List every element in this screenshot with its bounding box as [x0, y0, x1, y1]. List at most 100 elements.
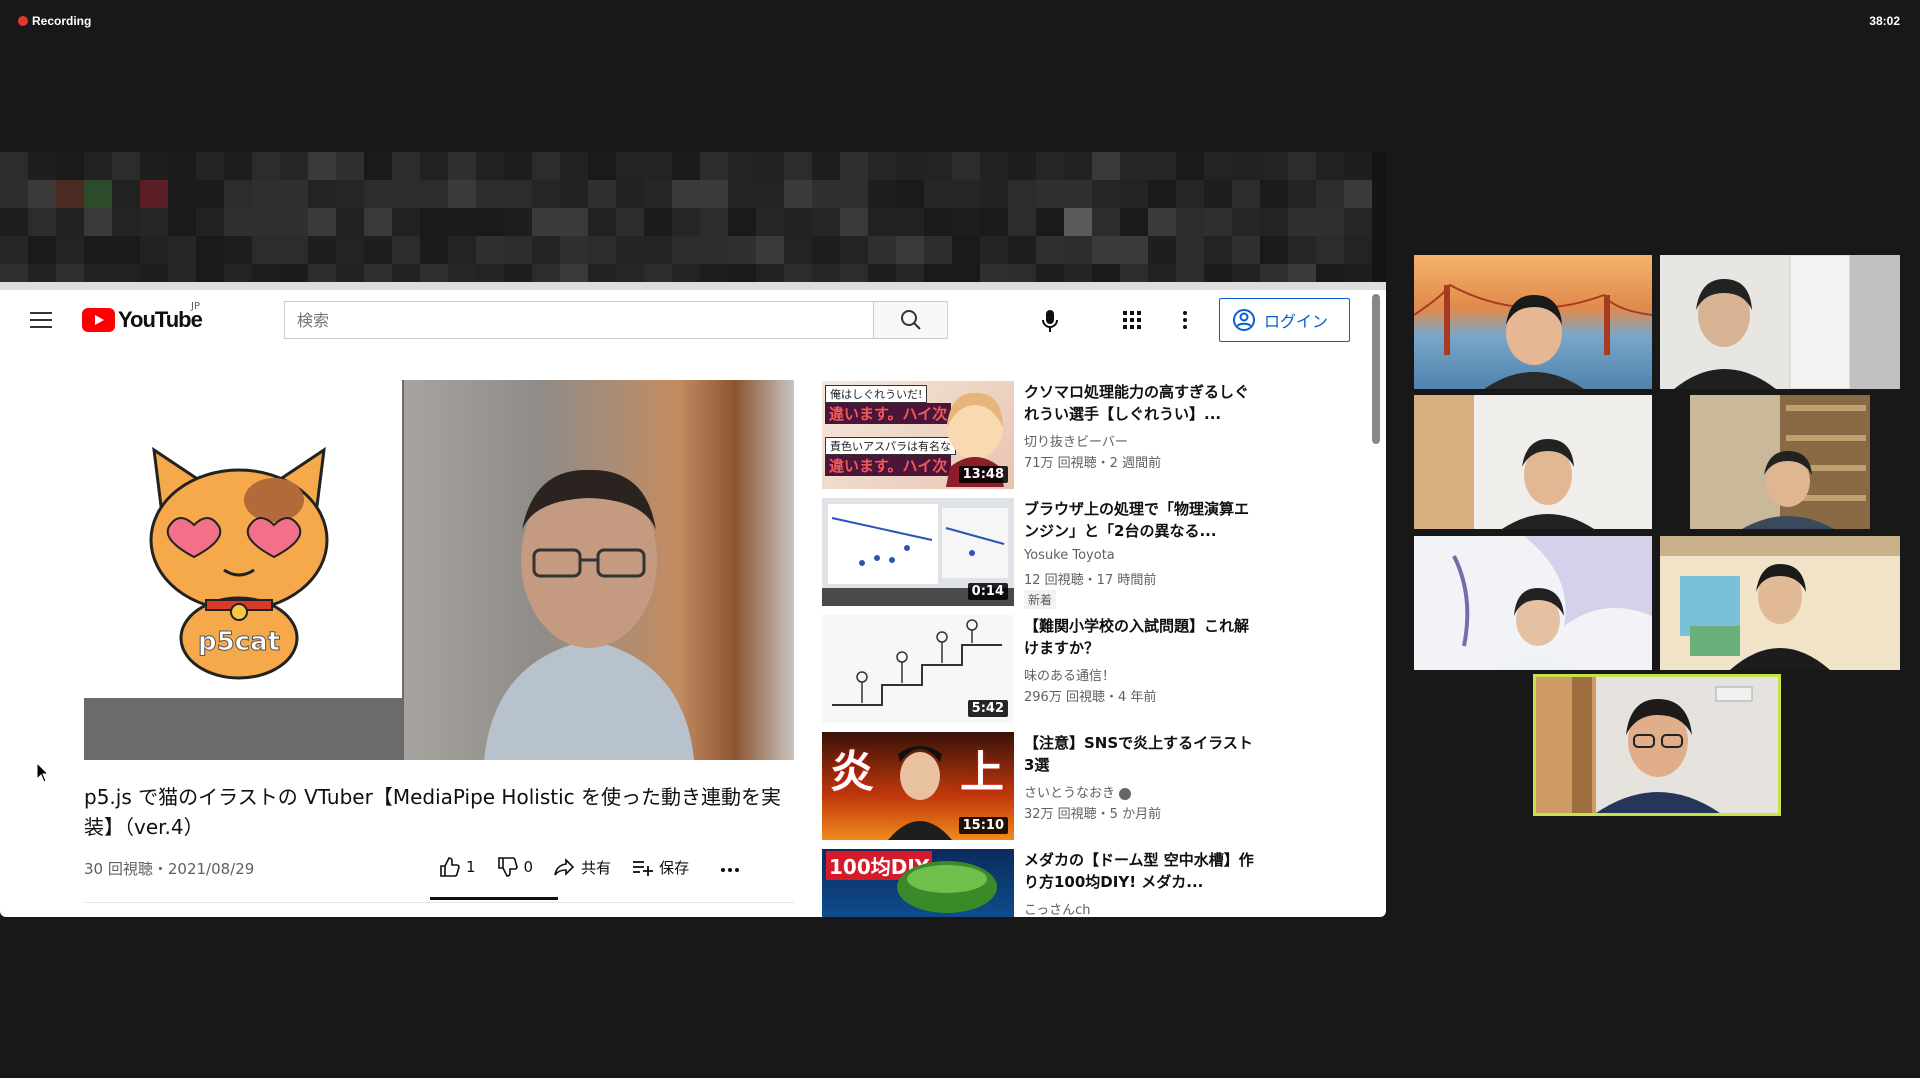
mosaic-cell	[252, 208, 280, 236]
mosaic-cell	[84, 180, 112, 208]
mosaic-cell	[1120, 236, 1148, 264]
recording-label: Recording	[32, 14, 92, 28]
mosaic-cell	[1036, 208, 1064, 236]
mosaic-cell	[336, 152, 364, 180]
verified-icon	[1119, 787, 1132, 800]
participant-tile[interactable]	[1660, 536, 1900, 670]
rec-title[interactable]: ブラウザ上の処理で「物理演算エンジン」と「2台の異なる...	[1024, 498, 1254, 542]
mosaic-cell	[56, 208, 84, 236]
apps-grid-icon[interactable]	[1122, 310, 1142, 330]
mosaic-cell	[140, 152, 168, 180]
thumb-caption: 俺はしぐれういだ!	[825, 385, 928, 403]
participant-tile[interactable]	[1660, 255, 1900, 389]
scrollbar[interactable]	[1372, 294, 1380, 444]
participant-tile[interactable]	[1414, 395, 1652, 529]
list-item[interactable]: 炎 上 15:10 【注意】SNSで炎上するイラスト 3選 さいとうなおき 32…	[822, 732, 1254, 849]
save-button[interactable]: 保存	[631, 856, 689, 878]
list-item[interactable]: 100均DIY メダカの【ドーム型 空中水槽】作り方100均DIY! メダカ..…	[822, 849, 1254, 917]
participant-tile[interactable]	[1414, 255, 1652, 389]
rec-title[interactable]: メダカの【ドーム型 空中水槽】作り方100均DIY! メダカ...	[1024, 849, 1254, 893]
mosaic-cell	[784, 180, 812, 208]
share-button[interactable]: 共有	[553, 856, 611, 878]
microphone-icon[interactable]	[1040, 308, 1060, 334]
youtube-logo[interactable]: YouTube JP	[82, 301, 203, 333]
search-input[interactable]	[285, 302, 873, 338]
mosaic-cell	[1092, 264, 1120, 282]
presenter-video	[484, 469, 694, 760]
mosaic-cell	[364, 264, 392, 282]
video-player[interactable]: p5cat	[84, 380, 794, 760]
mosaic-cell	[532, 236, 560, 264]
rec-title[interactable]: クソマロ処理能力の高すぎるしぐれうい選手【しぐれうい】...	[1024, 381, 1254, 425]
mosaic-cell	[168, 236, 196, 264]
mosaic-cell	[392, 180, 420, 208]
mosaic-cell	[868, 208, 896, 236]
mosaic-cell	[1316, 208, 1344, 236]
mosaic-cell	[980, 180, 1008, 208]
mosaic-cell	[1204, 152, 1232, 180]
rec-channel[interactable]: Yosuke Toyota	[1024, 548, 1115, 563]
mosaic-cell	[924, 152, 952, 180]
rec-channel[interactable]: 切り抜きビーバー	[1024, 431, 1128, 450]
mosaic-cell	[812, 180, 840, 208]
video-thumbnail[interactable]: 100均DIY	[822, 849, 1014, 917]
mosaic-cell	[896, 264, 924, 282]
mosaic-cell	[420, 180, 448, 208]
search-button[interactable]	[873, 302, 947, 338]
mosaic-cell	[392, 264, 420, 282]
mosaic-cell	[476, 152, 504, 180]
mosaic-cell	[560, 236, 588, 264]
menu-icon[interactable]	[30, 312, 52, 328]
mosaic-cell	[28, 236, 56, 264]
video-thumbnail[interactable]: 5:42	[822, 615, 1014, 723]
mosaic-cell	[1204, 180, 1232, 208]
login-button[interactable]: ログイン	[1219, 298, 1350, 342]
list-item[interactable]: 俺はしぐれういだ! 違います。ハイ次 責色いアスパラは有名な 違います。ハイ次 …	[822, 381, 1249, 498]
mosaic-cell	[1148, 264, 1176, 282]
video-thumbnail[interactable]: 0:14	[822, 498, 1014, 606]
recommendations-list: 俺はしぐれういだ! 違います。ハイ次 責色いアスパラは有名な 違います。ハイ次 …	[822, 381, 1254, 917]
mosaic-cell	[700, 180, 728, 208]
participant-tile[interactable]	[1414, 536, 1652, 670]
mosaic-cell	[448, 236, 476, 264]
mosaic-cell	[504, 180, 532, 208]
rec-channel[interactable]: さいとうなおき	[1024, 782, 1132, 801]
mosaic-cell	[728, 152, 756, 180]
mosaic-cell	[476, 180, 504, 208]
mosaic-cell	[588, 236, 616, 264]
mosaic-cell	[1260, 180, 1288, 208]
mosaic-cell	[224, 236, 252, 264]
list-item[interactable]: 5:42 【難関小学校の入試問題】これ解けますか？ 味のある通信！ 296万 回…	[822, 615, 1249, 732]
mosaic-cell	[196, 180, 224, 208]
participant-tile[interactable]	[1690, 395, 1870, 529]
video-thumbnail[interactable]: 俺はしぐれういだ! 違います。ハイ次 責色いアスパラは有名な 違います。ハイ次 …	[822, 381, 1014, 489]
rec-channel[interactable]: こっさんch	[1024, 899, 1090, 917]
rec-views: 12 回視聴・17 時間前	[1024, 573, 1157, 588]
mosaic-cell	[84, 152, 112, 180]
mosaic-cell	[672, 208, 700, 236]
like-button[interactable]: 1	[438, 856, 476, 878]
rec-title[interactable]: 【難関小学校の入試問題】これ解けますか？	[1024, 615, 1254, 659]
mosaic-cell	[868, 152, 896, 180]
mosaic-cell	[1092, 208, 1120, 236]
active-speaker-tile[interactable]	[1533, 674, 1781, 816]
list-item[interactable]: 0:14 ブラウザ上の処理で「物理演算エンジン」と「2台の異なる... Yosu…	[822, 498, 1249, 615]
rec-views: 32万 回視聴・5 か月前	[1024, 807, 1162, 822]
mosaic-cell	[784, 236, 812, 264]
mosaic-cell	[588, 264, 616, 282]
more-vertical-icon[interactable]	[1182, 310, 1188, 330]
thumb-caption: 責色いアスパラは有名な	[825, 437, 956, 455]
video-thumbnail[interactable]: 炎 上 15:10	[822, 732, 1014, 840]
dislike-button[interactable]: 0	[496, 856, 533, 878]
mosaic-cell	[588, 152, 616, 180]
mosaic-cell	[28, 208, 56, 236]
mosaic-cell	[1092, 236, 1120, 264]
rec-title[interactable]: 【注意】SNSで炎上するイラスト 3選	[1024, 732, 1254, 776]
share-icon	[554, 858, 575, 876]
mosaic-cell	[616, 236, 644, 264]
more-actions-icon[interactable]	[719, 856, 741, 878]
participant-video	[1742, 395, 1870, 529]
rec-channel[interactable]: 味のある通信！	[1024, 665, 1115, 684]
thumb-caption: 違います。ハイ次	[825, 403, 952, 424]
mosaic-cell	[1288, 208, 1316, 236]
